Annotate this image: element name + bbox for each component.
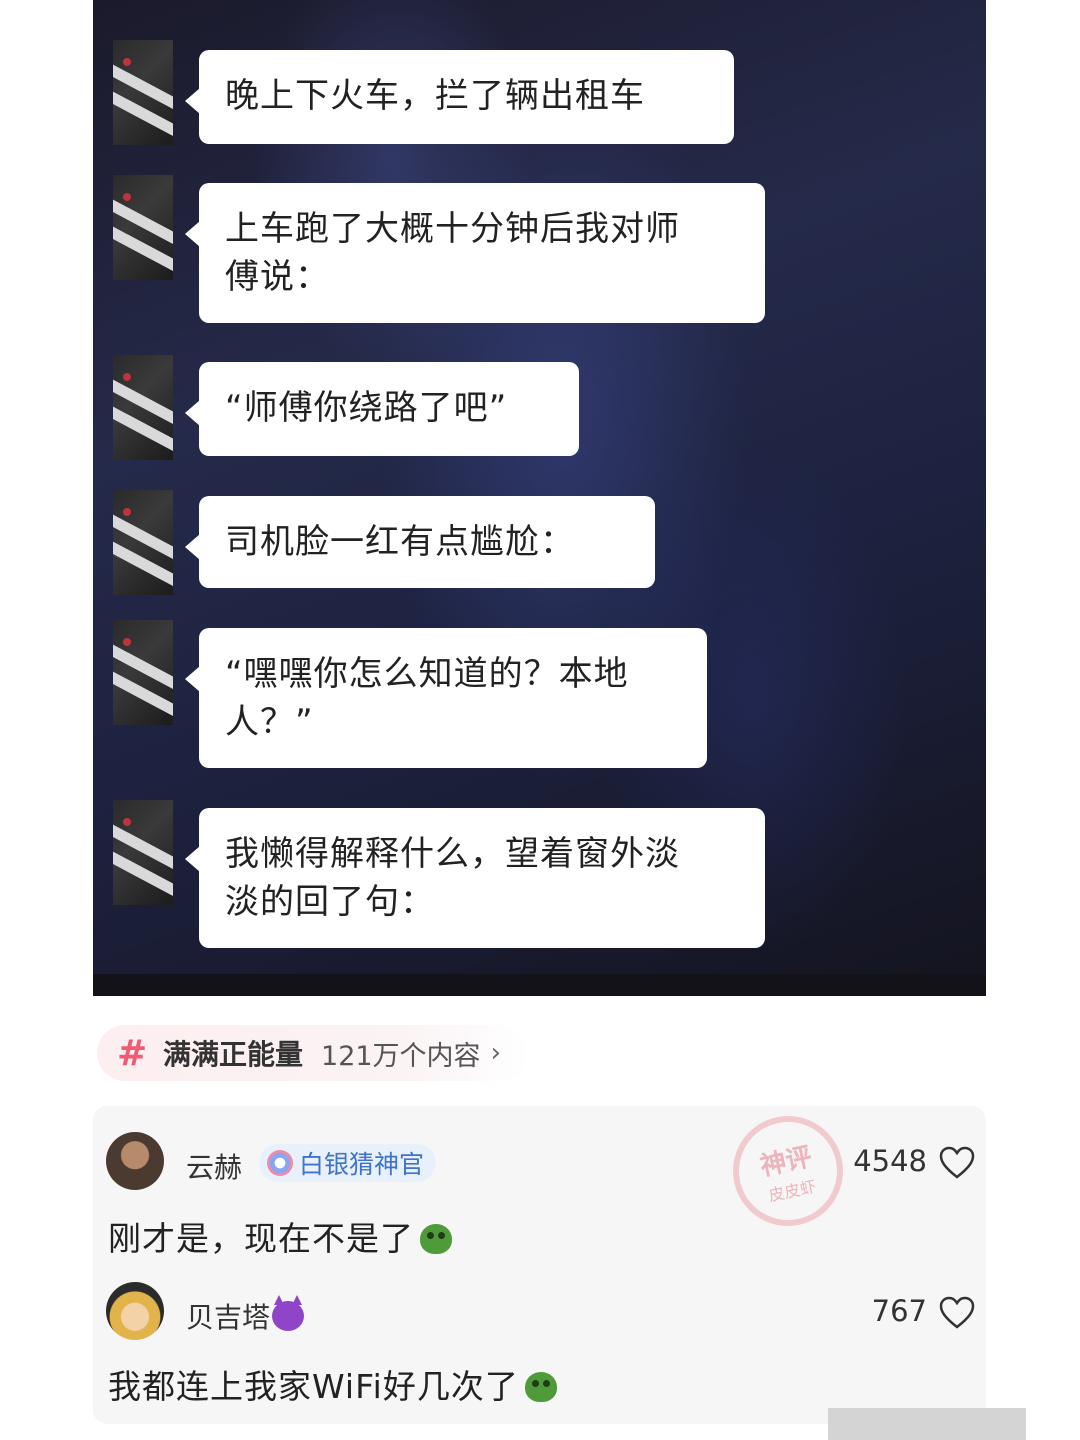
chevron-right-icon: ›	[490, 1038, 501, 1068]
sender-avatar	[113, 800, 173, 905]
comment-username[interactable]: 贝吉塔	[186, 1301, 270, 1334]
comment-text-content: 我都连上我家WiFi好几次了	[108, 1367, 519, 1406]
hash-icon: #	[117, 1032, 148, 1074]
like-count: 767	[871, 1294, 927, 1328]
chat-line: 傅说：	[225, 257, 330, 297]
green-face-emoji	[420, 1224, 452, 1254]
watermark-stamp: 神评 皮皮虾	[722, 1105, 854, 1237]
chat-screenshot: 晚上下火车，拦了辆出租车 上车跑了大概十分钟后我对师 傅说： “师傅你绕路了吧”…	[93, 0, 986, 996]
chat-bubble: 上车跑了大概十分钟后我对师 傅说：	[185, 183, 765, 323]
comment-text-content: 刚才是，现在不是了	[108, 1219, 414, 1258]
chat-bubble: “嘿嘿你怎么知道的？本地 人？”	[185, 628, 707, 768]
chat-line: 上车跑了大概十分钟后我对师	[225, 209, 680, 249]
corner-overlay	[828, 1408, 1026, 1440]
heart-icon[interactable]	[938, 1296, 976, 1330]
comments-section: 神评 皮皮虾 云赫 白银猜神官 4548 刚才是，现在不是了 贝吉塔 767 我…	[93, 1105, 986, 1424]
badge-label: 白银猜神官	[299, 1150, 425, 1179]
badge-icon	[267, 1150, 293, 1176]
chat-bubble: “师傅你绕路了吧”	[185, 362, 579, 456]
chat-line: 人？”	[225, 702, 314, 742]
comment-username[interactable]: 云赫	[186, 1146, 242, 1186]
topic-count: 121万个内容	[321, 1040, 481, 1072]
chat-line: “师傅你绕路了吧”	[225, 388, 508, 428]
avatar[interactable]	[106, 1132, 164, 1190]
sender-avatar	[113, 175, 173, 280]
comment-text: 我都连上我家WiFi好几次了	[108, 1360, 557, 1408]
green-face-emoji	[524, 1372, 557, 1402]
devil-emoji	[272, 1295, 305, 1331]
sender-avatar	[113, 355, 173, 460]
topic-name: 满满正能量	[163, 1038, 304, 1071]
comment-text: 刚才是，现在不是了	[108, 1212, 452, 1260]
chat-bubble: 晚上下火车，拦了辆出租车	[185, 50, 734, 144]
chat-bottom-bar	[93, 974, 986, 996]
sender-avatar	[113, 490, 173, 595]
topic-tag[interactable]: # 满满正能量 121万个内容 ›	[97, 1025, 529, 1081]
chat-bubble: 我懒得解释什么，望着窗外淡 淡的回了句：	[185, 808, 765, 948]
comment-username-row[interactable]: 贝吉塔	[186, 1295, 305, 1336]
chat-line: 我懒得解释什么，望着窗外淡	[225, 834, 680, 874]
sender-avatar	[113, 620, 173, 725]
avatar[interactable]	[106, 1282, 164, 1340]
chat-line: 淡的回了句：	[225, 882, 435, 922]
user-badge[interactable]: 白银猜神官	[259, 1144, 437, 1182]
heart-icon[interactable]	[938, 1146, 976, 1180]
chat-line: “嘿嘿你怎么知道的？本地	[225, 654, 629, 694]
chat-line: 晚上下火车，拦了辆出租车	[225, 76, 645, 116]
like-count: 4548	[853, 1144, 927, 1178]
chat-line: 司机脸一红有点尴尬：	[225, 522, 575, 562]
chat-bubble: 司机脸一红有点尴尬：	[185, 496, 655, 588]
sender-avatar	[113, 40, 173, 145]
